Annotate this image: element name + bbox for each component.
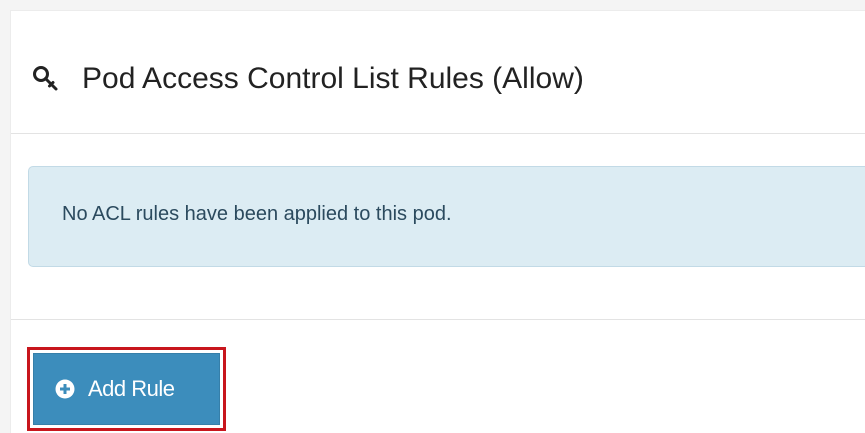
empty-state-message: No ACL rules have been applied to this p… bbox=[62, 203, 452, 225]
plus-circle-icon bbox=[55, 379, 75, 399]
acl-rules-panel: Pod Access Control List Rules (Allow) No… bbox=[10, 10, 865, 433]
info-callout: No ACL rules have been applied to this p… bbox=[28, 166, 865, 267]
add-rule-label: Add Rule bbox=[88, 376, 175, 401]
panel-header: Pod Access Control List Rules (Allow) bbox=[11, 11, 865, 134]
footer-divider bbox=[11, 319, 865, 320]
highlight-frame: Add Rule bbox=[27, 347, 226, 431]
key-icon bbox=[32, 65, 60, 93]
panel-title: Pod Access Control List Rules (Allow) bbox=[82, 62, 584, 95]
add-rule-button[interactable]: Add Rule bbox=[33, 353, 220, 425]
